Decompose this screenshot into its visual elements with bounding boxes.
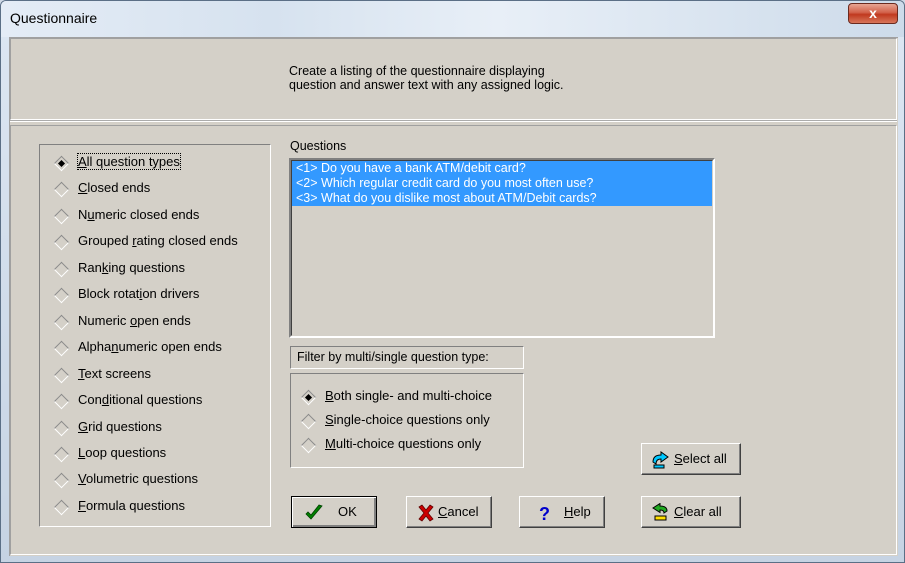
svg-text:?: ? bbox=[539, 504, 550, 523]
description-line-2: question and answer text with any assign… bbox=[289, 78, 564, 92]
description-line-1: Create a listing of the questionnaire di… bbox=[289, 64, 545, 78]
dialog-client: Create a listing of the questionnaire di… bbox=[9, 37, 898, 556]
question-mark-icon: ? bbox=[539, 504, 550, 523]
clear-arrow-icon bbox=[652, 503, 668, 521]
questions-listbox[interactable]: <1> Do you have a bank ATM/debit card? <… bbox=[289, 158, 715, 338]
radio-diamond[interactable] bbox=[53, 367, 70, 384]
radio-diamond[interactable] bbox=[53, 314, 70, 331]
radio-label: Formula questions bbox=[78, 498, 185, 513]
close-icon: x bbox=[869, 5, 877, 21]
filter-group: Both single- and multi-choice Single-cho… bbox=[290, 373, 524, 468]
radio-label: Grid questions bbox=[78, 419, 162, 434]
close-button[interactable]: x bbox=[848, 3, 898, 24]
radio-label: Single-choice questions only bbox=[325, 412, 490, 427]
clear-all-button[interactable]: Clear all bbox=[641, 496, 741, 528]
radio-diamond[interactable] bbox=[53, 499, 70, 516]
main-panel: All question types Closed ends Numeric c… bbox=[10, 125, 897, 555]
radio-diamond[interactable] bbox=[53, 208, 70, 225]
list-item[interactable]: <2> Which regular credit card do you mos… bbox=[292, 176, 712, 191]
select-arrow-icon bbox=[652, 451, 669, 469]
questions-label: Questions bbox=[290, 139, 347, 153]
radio-label: Text screens bbox=[78, 366, 151, 381]
ok-label: OK bbox=[338, 504, 357, 519]
radio-diamond[interactable] bbox=[53, 155, 70, 172]
radio-diamond[interactable] bbox=[53, 393, 70, 410]
question-type-group: All question types Closed ends Numeric c… bbox=[39, 144, 271, 527]
questionnaire-window: Questionnaire x Create a listing of the … bbox=[0, 0, 905, 563]
radio-label: All question types bbox=[77, 153, 181, 170]
radio-diamond[interactable] bbox=[53, 340, 70, 357]
radio-diamond[interactable] bbox=[300, 437, 317, 454]
radio-label: Grouped rating closed ends bbox=[78, 233, 238, 248]
radio-diamond[interactable] bbox=[53, 420, 70, 437]
x-mark-icon bbox=[418, 504, 434, 522]
radio-diamond[interactable] bbox=[53, 234, 70, 251]
cancel-label: Cancel bbox=[438, 504, 479, 519]
list-item[interactable]: <1> Do you have a bank ATM/debit card? bbox=[292, 161, 712, 176]
title-bar[interactable]: Questionnaire x bbox=[1, 1, 904, 37]
list-item[interactable]: <3> What do you dislike most about ATM/D… bbox=[292, 191, 712, 206]
help-label: Help bbox=[564, 504, 591, 519]
radio-label: Numeric closed ends bbox=[78, 207, 200, 222]
questions-list-inner: <1> Do you have a bank ATM/debit card? <… bbox=[291, 160, 713, 336]
description-panel: Create a listing of the questionnaire di… bbox=[10, 38, 897, 122]
cancel-button[interactable]: Cancel bbox=[406, 496, 492, 528]
radio-label: Both single- and multi-choice bbox=[325, 388, 492, 403]
select-all-button[interactable]: Select all bbox=[641, 443, 741, 475]
ok-button[interactable]: OK bbox=[291, 496, 377, 528]
radio-diamond[interactable] bbox=[300, 413, 317, 430]
radio-label: Ranking questions bbox=[78, 260, 185, 275]
radio-diamond[interactable] bbox=[53, 181, 70, 198]
radio-diamond[interactable] bbox=[53, 446, 70, 463]
radio-diamond[interactable] bbox=[53, 472, 70, 489]
radio-diamond[interactable] bbox=[53, 287, 70, 304]
help-button[interactable]: ? Help bbox=[519, 496, 605, 528]
radio-label: Multi-choice questions only bbox=[325, 436, 482, 451]
clear-all-label: Clear all bbox=[674, 504, 722, 519]
window-title: Questionnaire bbox=[10, 10, 98, 26]
description-text: Create a listing of the questionnaire di… bbox=[289, 64, 563, 92]
checkmark-icon bbox=[305, 504, 323, 520]
radio-label: Loop questions bbox=[78, 445, 167, 460]
radio-label: Block rotation drivers bbox=[78, 286, 200, 301]
radio-label: Closed ends bbox=[78, 180, 151, 195]
radio-diamond[interactable] bbox=[53, 261, 70, 278]
radio-diamond[interactable] bbox=[300, 389, 317, 406]
radio-label: Conditional questions bbox=[78, 392, 203, 407]
radio-label: Alphanumeric open ends bbox=[78, 339, 222, 354]
select-all-label: Select all bbox=[674, 451, 727, 466]
radio-label: Volumetric questions bbox=[78, 471, 198, 486]
radio-label: Numeric open ends bbox=[78, 313, 191, 328]
filter-label: Filter by multi/single question type: bbox=[290, 346, 524, 369]
